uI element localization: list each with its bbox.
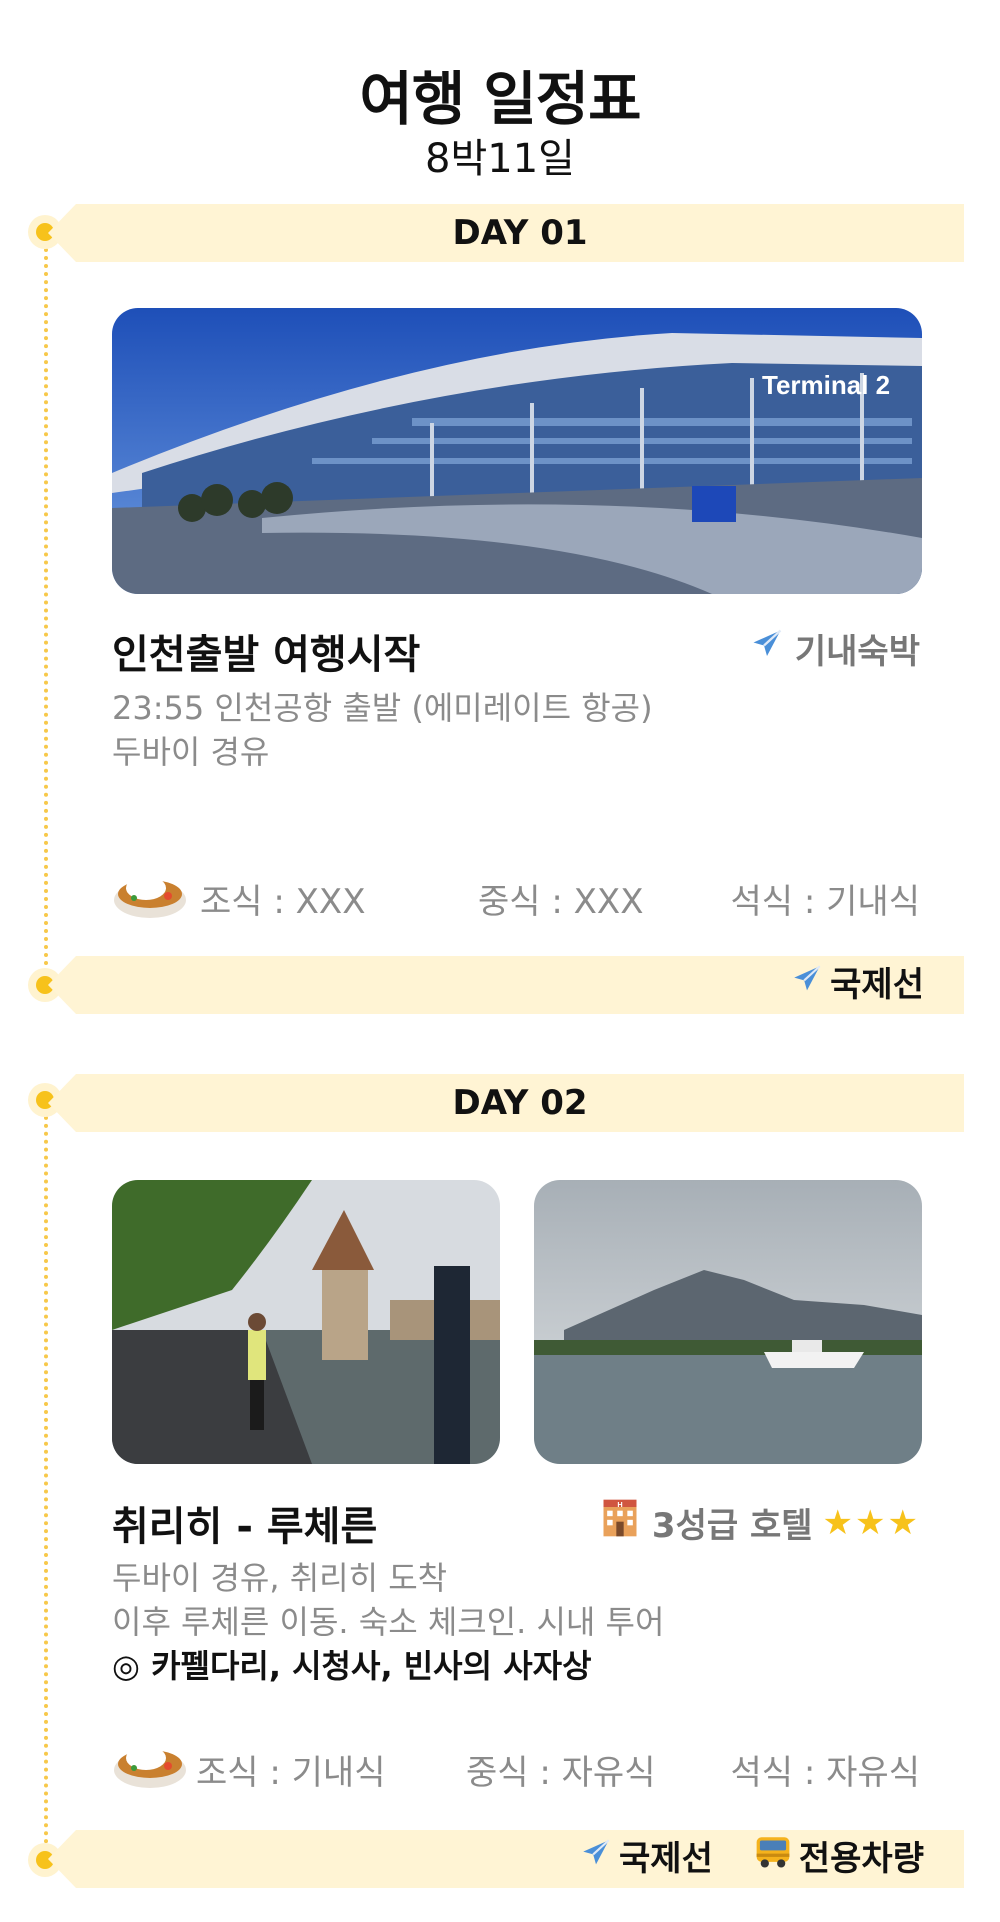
timeline-line — [44, 1100, 48, 1860]
meal-dinner: 석식 : 기내식 — [730, 882, 920, 922]
svg-text:H: H — [617, 1500, 622, 1509]
terminal-sign: Terminal 2 — [762, 370, 890, 400]
transport-text: 국제선 — [619, 1839, 713, 1879]
meal-dinner: 석식 : 자유식 — [730, 1753, 920, 1793]
meal-lunch: 중식 : XXX — [478, 882, 644, 922]
description: 두바이 경유, 취리히 도착 이후 루체른 이동. 숙소 체크인. 시내 투어 — [112, 1556, 664, 1644]
meal-lunch: 중식 : 자유식 — [466, 1753, 656, 1793]
description-line: 이후 루체른 이동. 숙소 체크인. 시내 투어 — [112, 1603, 665, 1641]
lodging-info: 기내숙박 — [749, 624, 920, 673]
lodging-text: 3성급 호텔 — [651, 1506, 813, 1546]
transport-item: 전용차량 — [753, 1830, 924, 1888]
airplane-icon — [579, 1830, 613, 1888]
page-subtitle: 8박11일 — [425, 136, 575, 182]
star-rating: ★★★ — [822, 1502, 920, 1543]
timeline-line — [44, 232, 48, 982]
transport-item: 국제선 — [579, 1830, 713, 1888]
meal-breakfast: 조식 : 기내식 — [196, 1753, 386, 1793]
description-line: 두바이 경유 — [112, 733, 270, 771]
transport-list: 국제선 전용차량 — [579, 1830, 924, 1888]
transport-list: 국제선 — [790, 956, 924, 1014]
description-line: 두바이 경유, 취리히 도착 — [112, 1559, 448, 1597]
place-name: 인천출발 여행시작 — [112, 632, 421, 678]
page-title: 여행 일정표 — [359, 65, 642, 133]
day-label: DAY 01 — [452, 213, 588, 253]
rice-bowl-icon — [112, 870, 188, 926]
hotel-icon: H — [598, 1496, 642, 1549]
transport-text: 전용차량 — [798, 1839, 924, 1879]
airport-photo: Terminal 2 — [112, 308, 922, 594]
bus-icon — [753, 1830, 793, 1888]
day-label: DAY 02 — [452, 1083, 588, 1123]
transport-banner: 국제선 전용차량 — [48, 1830, 964, 1888]
transport-item: 국제선 — [790, 956, 924, 1014]
day-banner: DAY 02 — [48, 1074, 964, 1132]
description: 23:55 인천공항 출발 (에미레이트 항공) 두바이 경유 — [112, 686, 653, 774]
transport-text: 국제선 — [830, 965, 924, 1005]
meal-breakfast: 조식 : XXX — [200, 882, 366, 922]
airplane-icon — [749, 626, 785, 671]
airplane-icon — [790, 956, 824, 1014]
lodging-text: 기내숙박 — [794, 632, 920, 672]
highlight-attractions: ◎ 카펠다리, 시청사, 빈사의 사자상 — [112, 1647, 592, 1685]
day-banner: DAY 01 — [48, 204, 964, 262]
rice-bowl-icon — [112, 1740, 188, 1796]
place-name: 취리히 - 루체른 — [112, 1504, 378, 1550]
description-line: 23:55 인천공항 출발 (에미레이트 항공) — [112, 689, 653, 727]
lodging-info: H 3성급 호텔 ★★★ — [598, 1496, 920, 1549]
chapel-bridge-photo — [112, 1180, 500, 1464]
transport-banner: 국제선 — [48, 956, 964, 1014]
lake-lucerne-photo — [534, 1180, 922, 1464]
